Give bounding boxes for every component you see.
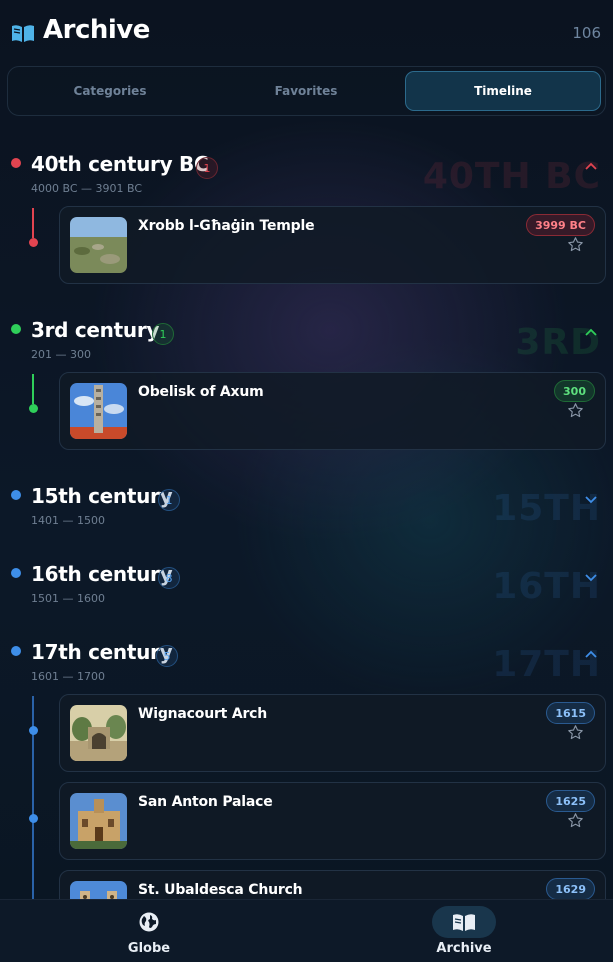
place-name: San Anton Palace	[138, 794, 273, 810]
star-icon[interactable]	[567, 812, 584, 829]
nav-label: Archive	[436, 941, 492, 956]
chevron-down-icon[interactable]	[584, 570, 598, 584]
timeline-node	[29, 726, 38, 735]
year-badge: 1629	[546, 878, 595, 900]
list-item[interactable]: Xrobb l-Għaġin Temple 3999 BC	[59, 206, 606, 284]
view-tabs: Categories Favorites Timeline	[7, 66, 606, 116]
app-header: Archive 106	[0, 0, 613, 66]
list-item[interactable]: Wignacourt Arch 1615	[59, 694, 606, 772]
timeline-line	[32, 374, 34, 404]
page-title: Archive	[43, 15, 150, 45]
year-badge: 1625	[546, 790, 595, 812]
chevron-up-icon[interactable]	[584, 648, 598, 662]
timeline-dot	[11, 158, 21, 168]
star-icon[interactable]	[567, 236, 584, 253]
chevron-down-icon[interactable]	[584, 492, 598, 506]
section-title[interactable]: 17th century	[31, 640, 173, 664]
count-badge: 1	[158, 489, 180, 511]
count-badge: 5	[156, 645, 178, 667]
timeline-line	[32, 208, 34, 238]
timeline-node	[29, 814, 38, 823]
tab-categories[interactable]: Categories	[12, 71, 208, 111]
count-badge: 8	[158, 567, 180, 589]
place-name: Xrobb l-Għaġin Temple	[138, 218, 315, 234]
count-badge: 1	[152, 323, 174, 345]
book-open-icon	[453, 914, 475, 931]
star-icon[interactable]	[567, 402, 584, 419]
item-count: 106	[572, 24, 601, 42]
place-thumbnail	[70, 881, 127, 900]
place-thumbnail	[70, 383, 127, 439]
section-range: 4000 BC — 3901 BC	[31, 182, 143, 195]
place-name: Obelisk of Axum	[138, 384, 264, 400]
year-badge: 300	[554, 380, 595, 402]
timeline-dot	[11, 490, 21, 500]
list-item[interactable]: San Anton Palace 1625	[59, 782, 606, 860]
nav-label: Globe	[127, 941, 171, 956]
bottom-nav: Globe Archive	[0, 899, 613, 962]
list-item[interactable]: Obelisk of Axum 300	[59, 372, 606, 450]
place-thumbnail	[70, 793, 127, 849]
century-section: 16th century 8 1501 — 1600 16TH	[0, 562, 613, 612]
year-badge: 3999 BC	[526, 214, 595, 236]
timeline-list[interactable]: 40th century BC 1 4000 BC — 3901 BC 40TH…	[0, 118, 613, 900]
tab-favorites[interactable]: Favorites	[208, 71, 404, 111]
tab-timeline[interactable]: Timeline	[405, 71, 601, 111]
section-title[interactable]: 3rd century	[31, 318, 159, 342]
nav-archive[interactable]: Archive	[364, 900, 564, 962]
section-range: 1401 — 1500	[31, 514, 105, 527]
section-watermark: 40TH BC	[422, 156, 601, 197]
star-icon[interactable]	[567, 724, 584, 741]
century-section: 3rd century 1 201 — 300 3RD Obelisk of A…	[0, 318, 613, 450]
place-thumbnail	[70, 217, 127, 273]
timeline-dot	[11, 324, 21, 334]
nav-globe[interactable]: Globe	[49, 900, 249, 962]
timeline-dot	[11, 568, 21, 578]
year-badge: 1615	[546, 702, 595, 724]
place-name: Wignacourt Arch	[138, 706, 268, 722]
section-title[interactable]: 40th century BC	[31, 152, 209, 176]
place-name: St. Ubaldesca Church	[138, 882, 303, 898]
section-range: 201 — 300	[31, 348, 91, 361]
globe-icon	[139, 912, 159, 932]
book-open-icon	[12, 25, 34, 42]
timeline-node	[29, 238, 38, 247]
section-range: 1601 — 1700	[31, 670, 105, 683]
count-badge: 1	[196, 157, 218, 179]
section-title[interactable]: 16th century	[31, 562, 173, 586]
section-range: 1501 — 1600	[31, 592, 105, 605]
century-section: 40th century BC 1 4000 BC — 3901 BC 40TH…	[0, 152, 613, 284]
chevron-up-icon[interactable]	[584, 160, 598, 174]
century-section: 17th century 5 1601 — 1700 17TH Wignacou…	[0, 640, 613, 900]
timeline-node	[29, 404, 38, 413]
chevron-up-icon[interactable]	[584, 326, 598, 340]
century-section: 15th century 1 1401 — 1500 15TH	[0, 484, 613, 534]
timeline-dot	[11, 646, 21, 656]
section-title[interactable]: 15th century	[31, 484, 173, 508]
place-thumbnail	[70, 705, 127, 761]
list-item[interactable]: St. Ubaldesca Church 1629	[59, 870, 606, 900]
